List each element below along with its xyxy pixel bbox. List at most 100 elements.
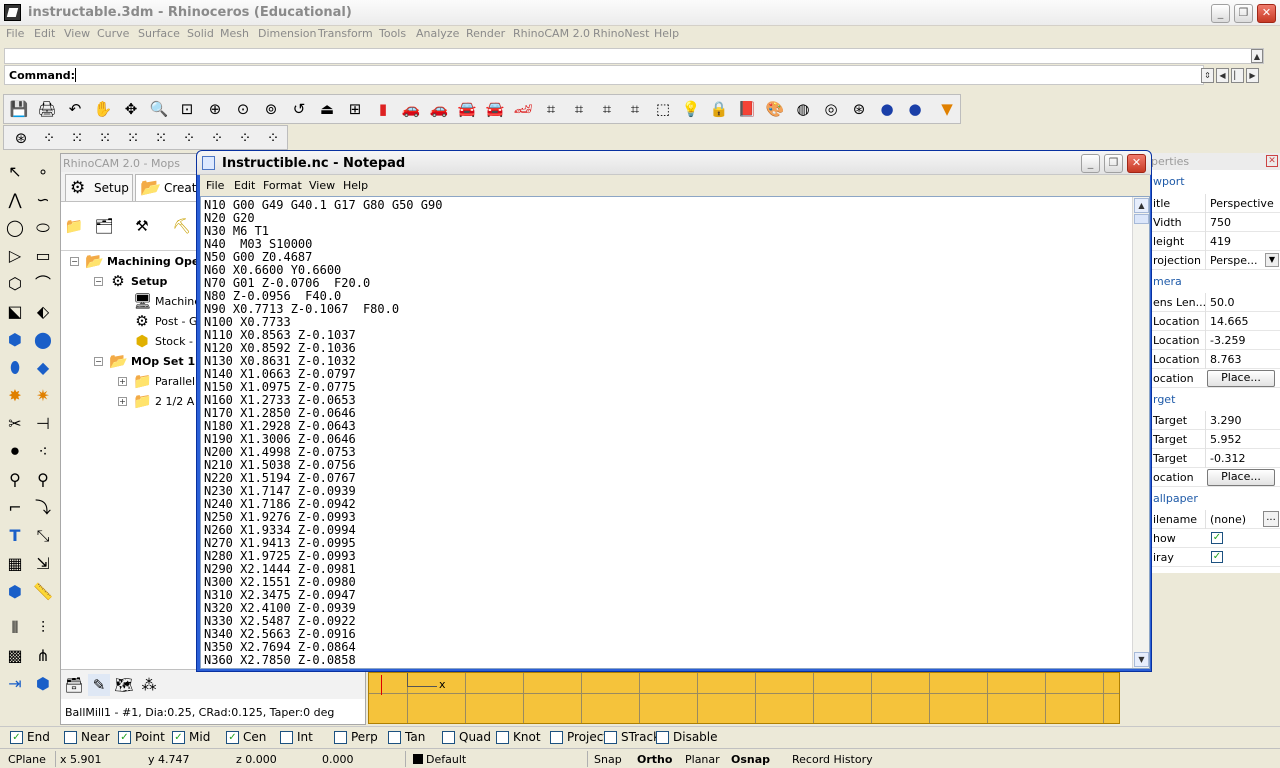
- text-icon[interactable]: T: [4, 525, 26, 547]
- osnap-cen[interactable]: ✓ Cen: [226, 730, 266, 744]
- osnap-checkbox[interactable]: [334, 730, 347, 744]
- machine-icon[interactable]: ⚒: [131, 215, 153, 237]
- menu-solid[interactable]: Solid: [187, 27, 214, 40]
- array-icon[interactable]: ▦: [4, 553, 26, 575]
- pan-hand-icon[interactable]: ✋: [92, 98, 114, 120]
- four-viewports-icon[interactable]: ⊞: [344, 98, 366, 120]
- wireframe-sphere-icon[interactable]: ◍: [792, 98, 814, 120]
- mirror-icon[interactable]: ⫴: [4, 617, 26, 639]
- menu-transform[interactable]: Transform: [318, 27, 373, 40]
- tree-setup[interactable]: ⚙ Setup: [109, 271, 167, 291]
- new-folder-icon[interactable]: 📁: [63, 215, 85, 237]
- measure-icon[interactable]: 📏: [32, 581, 54, 603]
- osnap-perp[interactable]: Perp: [334, 730, 378, 744]
- rotate-view-icon[interactable]: ✥: [120, 98, 142, 120]
- osnap-near[interactable]: Near: [64, 730, 110, 744]
- scroll-thumb[interactable]: [1134, 214, 1149, 224]
- zoom-extents-icon[interactable]: ⊕: [204, 98, 226, 120]
- tree-mop-set[interactable]: 📂 MOp Set 1: [109, 351, 195, 371]
- select-all-icon[interactable]: ⊛: [10, 127, 32, 149]
- polyline-icon[interactable]: ⋀: [4, 189, 26, 211]
- select-groups-icon[interactable]: ⁘: [262, 127, 284, 149]
- osnap-quad[interactable]: Quad: [442, 730, 491, 744]
- snap-toggle[interactable]: Snap: [594, 753, 622, 766]
- dimension-icon[interactable]: ⤡: [32, 525, 54, 547]
- zoom-icon[interactable]: 🔍: [148, 98, 170, 120]
- notepad-menu-file[interactable]: File: [206, 179, 224, 192]
- simulate-icon[interactable]: 🗺: [113, 674, 135, 696]
- car-top-icon[interactable]: 🚗: [400, 98, 422, 120]
- undo-icon[interactable]: ↶: [64, 98, 86, 120]
- scale-icon[interactable]: ⇲: [32, 553, 54, 575]
- zoom-all-icon[interactable]: ⊚: [260, 98, 282, 120]
- toolpath-icon[interactable]: ✎: [88, 674, 110, 696]
- car-front-icon[interactable]: 🚗: [428, 98, 450, 120]
- close-button[interactable]: ✕: [1257, 4, 1276, 23]
- osnap-project[interactable]: Project: [550, 730, 608, 744]
- planar-toggle[interactable]: Planar: [685, 753, 720, 766]
- point-icon[interactable]: ∘: [32, 161, 54, 183]
- select-arrow-icon[interactable]: ↖: [4, 161, 26, 183]
- tab-create[interactable]: 📂 Create: [135, 174, 205, 201]
- polygon-icon[interactable]: ▷: [4, 245, 26, 267]
- menu-dimension[interactable]: Dimension: [258, 27, 316, 40]
- select-polysurfaces-icon[interactable]: ⁙: [122, 127, 144, 149]
- split-icon[interactable]: ⊣: [32, 413, 54, 435]
- maximize-button[interactable]: ❐: [1234, 4, 1253, 23]
- osnap-checkbox[interactable]: [388, 730, 401, 744]
- render-arrow-icon[interactable]: ▼: [936, 98, 958, 120]
- collapse-icon[interactable]: −: [94, 357, 103, 366]
- browse-button[interactable]: ...: [1263, 511, 1279, 527]
- osnap-checkbox[interactable]: [64, 730, 77, 744]
- layer-icon[interactable]: 📕: [736, 98, 758, 120]
- menu-curve[interactable]: Curve: [97, 27, 129, 40]
- notepad-maximize-button[interactable]: ❐: [1104, 154, 1123, 173]
- notepad-scrollbar[interactable]: ▲ ▼: [1132, 197, 1149, 668]
- grid-world-icon[interactable]: ⌗: [624, 98, 646, 120]
- stock-view-icon[interactable]: 🗃: [63, 674, 85, 696]
- menu-edit[interactable]: Edit: [34, 27, 55, 40]
- osnap-checkbox[interactable]: [496, 730, 509, 744]
- tree-machining-operations[interactable]: 📂 Machining Ope: [85, 251, 199, 271]
- tree-machine[interactable]: 🖥 Machine: [133, 291, 201, 311]
- command-spin-icon[interactable]: ⇕: [1201, 68, 1214, 83]
- color-wheel-icon[interactable]: 🎨: [764, 98, 786, 120]
- select-filter-icon[interactable]: ⬚: [652, 98, 674, 120]
- collapse-icon[interactable]: −: [70, 257, 79, 266]
- osnap-strack[interactable]: STrack: [604, 730, 660, 744]
- ortho-toggle[interactable]: Ortho: [637, 753, 672, 766]
- place-target-button[interactable]: Place...: [1207, 469, 1275, 486]
- circle-icon[interactable]: ◯: [4, 217, 26, 239]
- select-annotations-icon[interactable]: ⁘: [206, 127, 228, 149]
- mesh-box-icon[interactable]: ⬢: [32, 673, 54, 695]
- select-curves-icon[interactable]: ⁙: [66, 127, 88, 149]
- trim-icon[interactable]: ✂: [4, 413, 26, 435]
- surface-edge-icon[interactable]: ⬕: [4, 301, 26, 323]
- tool-icon[interactable]: ⛏: [171, 215, 193, 237]
- command-line[interactable]: Command:: [4, 65, 1204, 85]
- undo-view-icon[interactable]: ↺: [288, 98, 310, 120]
- tree-parallel[interactable]: 📁 Parallel: [133, 371, 195, 391]
- history-scroll-up-icon[interactable]: ▲: [1251, 49, 1263, 63]
- expand-icon[interactable]: +: [118, 397, 127, 406]
- select-lights-icon[interactable]: ⁘: [178, 127, 200, 149]
- lock-icon[interactable]: 🔒: [708, 98, 730, 120]
- command-prev-icon[interactable]: ◀: [1216, 68, 1229, 83]
- zoom-selected-icon[interactable]: ⊙: [232, 98, 254, 120]
- layer-color-swatch[interactable]: [413, 754, 423, 764]
- menu-tools[interactable]: Tools: [379, 27, 406, 40]
- notepad-text-area[interactable]: N10 G00 G49 G40.1 G17 G80 G50 G90 N20 G20…: [200, 196, 1150, 669]
- expand-icon[interactable]: +: [118, 377, 127, 386]
- osnap-int[interactable]: Int: [280, 730, 313, 744]
- prop-projection-row[interactable]: rojection Perspe... ▼: [1149, 251, 1280, 270]
- notepad-menu-view[interactable]: View: [309, 179, 335, 192]
- menu-surface[interactable]: Surface: [138, 27, 180, 40]
- menu-mesh[interactable]: Mesh: [220, 27, 249, 40]
- notepad-minimize-button[interactable]: _: [1081, 154, 1100, 173]
- menu-help[interactable]: Help: [654, 27, 679, 40]
- car-right-icon[interactable]: 🚘: [456, 98, 478, 120]
- menu-view[interactable]: View: [64, 27, 90, 40]
- command-forward-icon[interactable]: ▶: [1246, 68, 1259, 83]
- set-view-icon[interactable]: ▮: [372, 98, 394, 120]
- rendered-sphere-icon[interactable]: ●: [876, 98, 898, 120]
